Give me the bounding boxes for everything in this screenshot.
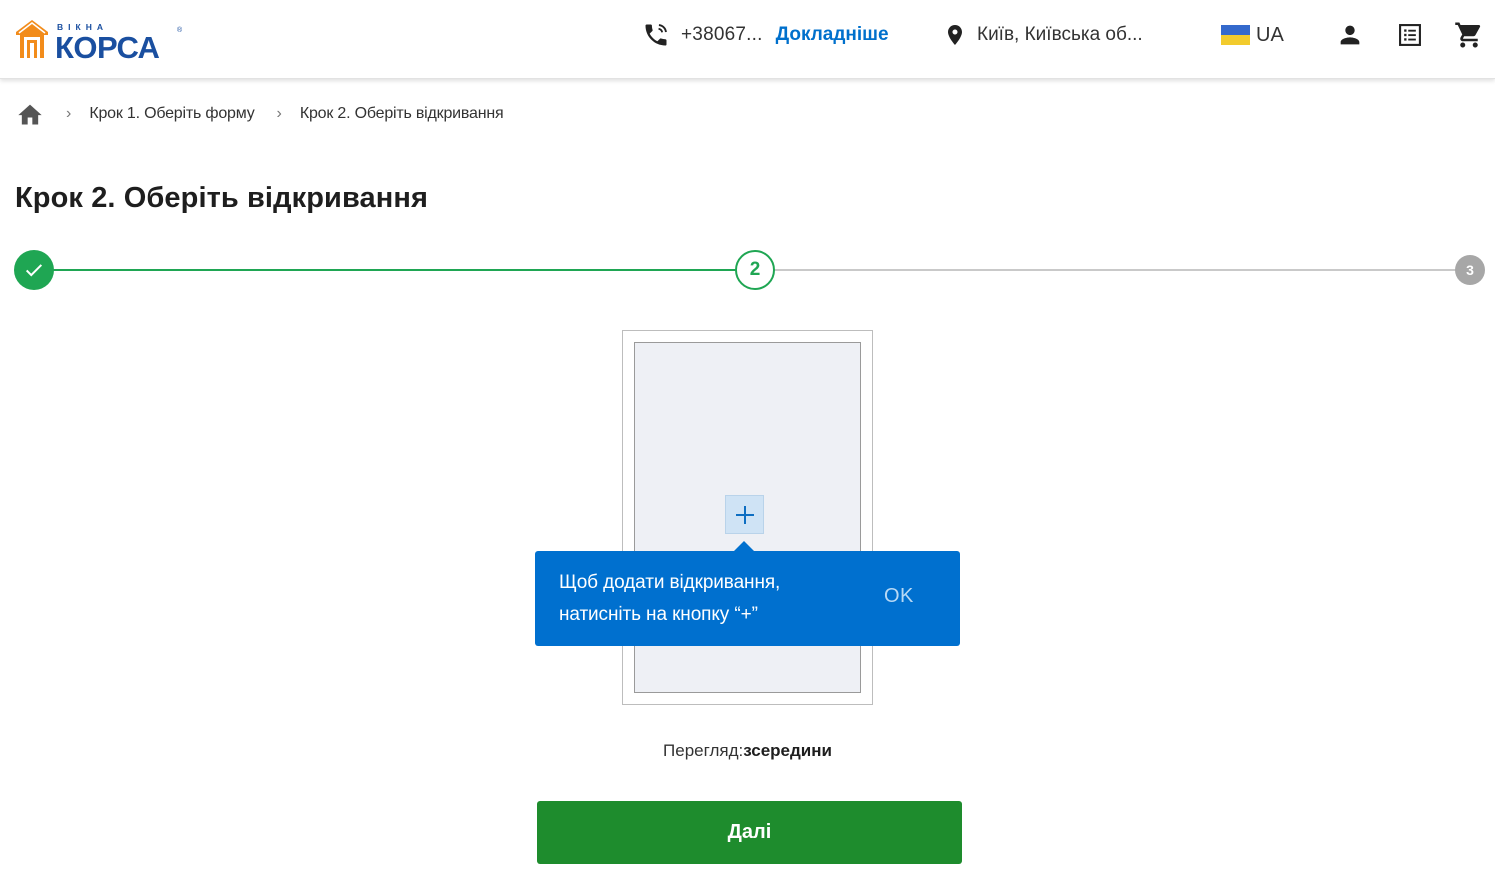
page-title: Крок 2. Оберіть відкривання (15, 182, 428, 214)
plus-icon (735, 505, 754, 524)
view-mode-label: Перегляд:зсередини (0, 741, 1495, 761)
orders-list-icon[interactable] (1395, 20, 1425, 50)
svg-text:®: ® (177, 26, 183, 34)
breadcrumb: › Крок 1. Оберіть форму › Крок 2. Оберіт… (16, 100, 504, 128)
next-button[interactable]: Далі (537, 801, 962, 864)
tooltip-ok-button[interactable]: OK (884, 585, 914, 608)
site-header: ВІКНА КОРСА ® +38067... Докладніше Київ,… (0, 0, 1495, 79)
add-opening-button[interactable] (725, 495, 764, 534)
language-label: UA (1256, 23, 1284, 46)
ukraine-flag-icon (1221, 25, 1250, 45)
phone-number[interactable]: +38067... (681, 24, 763, 46)
location-text: Київ, Київська об... (977, 24, 1143, 45)
phone-icon[interactable] (642, 21, 670, 49)
location-pin-icon (943, 22, 967, 48)
tooltip-line-2: натисніть на кнопку “+” (559, 604, 758, 625)
header-location[interactable]: Київ, Київська об... (943, 0, 1143, 70)
home-icon[interactable] (16, 101, 44, 127)
view-prefix: Перегляд: (663, 741, 744, 760)
hint-tooltip: Щоб додати відкривання, натисніть на кно… (535, 541, 960, 646)
korsa-logo[interactable]: ВІКНА КОРСА ® (14, 18, 204, 60)
tooltip-text: Щоб додати відкривання, натисніть на кно… (559, 567, 859, 631)
breadcrumb-step-2: Крок 2. Оберіть відкривання (299, 105, 504, 122)
cart-icon[interactable] (1454, 20, 1484, 50)
more-info-link[interactable]: Докладніше (776, 24, 889, 46)
step-3-pending: 3 (1455, 255, 1485, 285)
stepper-line-done (40, 269, 740, 271)
language-switcher[interactable]: UA (1221, 0, 1284, 70)
tooltip-line-1: Щоб додати відкривання, (559, 572, 781, 593)
step-1-done[interactable] (14, 250, 54, 290)
view-value[interactable]: зсередини (743, 741, 832, 760)
breadcrumb-step-1[interactable]: Крок 1. Оберіть форму (89, 105, 254, 123)
chevron-right-icon: › (276, 105, 282, 122)
logo-graphic: ВІКНА КОРСА ® (16, 20, 183, 60)
chevron-right-icon: › (66, 105, 72, 122)
user-icon[interactable] (1335, 20, 1365, 50)
progress-stepper: 2 3 (0, 248, 1495, 292)
stepper-line-pending (774, 269, 1457, 271)
checkmark-icon (25, 264, 43, 277)
step-2-current: 2 (735, 250, 775, 290)
header-phone: +38067... Докладніше (642, 0, 889, 70)
logo-brand-text: КОРСА (55, 30, 160, 60)
